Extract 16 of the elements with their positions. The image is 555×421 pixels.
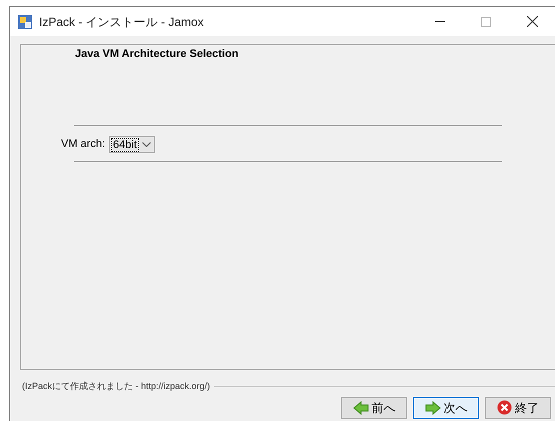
- minimize-icon: [435, 21, 445, 22]
- back-button[interactable]: 前へ: [341, 396, 407, 418]
- installer-icon: [17, 14, 33, 30]
- panel-heading: Java VM Architecture Selection: [75, 47, 238, 62]
- maximize-icon: [481, 16, 491, 26]
- window-title: IzPack - インストール - Jamox: [39, 14, 204, 30]
- close-icon: [497, 400, 512, 415]
- chevron-down-icon: [142, 142, 151, 147]
- arch-select[interactable]: 64bit: [109, 136, 155, 153]
- close-icon: [526, 16, 538, 27]
- arrow-left-icon: [352, 400, 368, 414]
- arrow-right-icon: [424, 400, 440, 414]
- field-label: VM arch:: [61, 137, 106, 152]
- next-button[interactable]: 次へ: [413, 396, 479, 418]
- quit-button[interactable]: 終了: [485, 396, 551, 418]
- credit-text: (IzPackにて作成されました - http://izpack.org/): [22, 380, 210, 393]
